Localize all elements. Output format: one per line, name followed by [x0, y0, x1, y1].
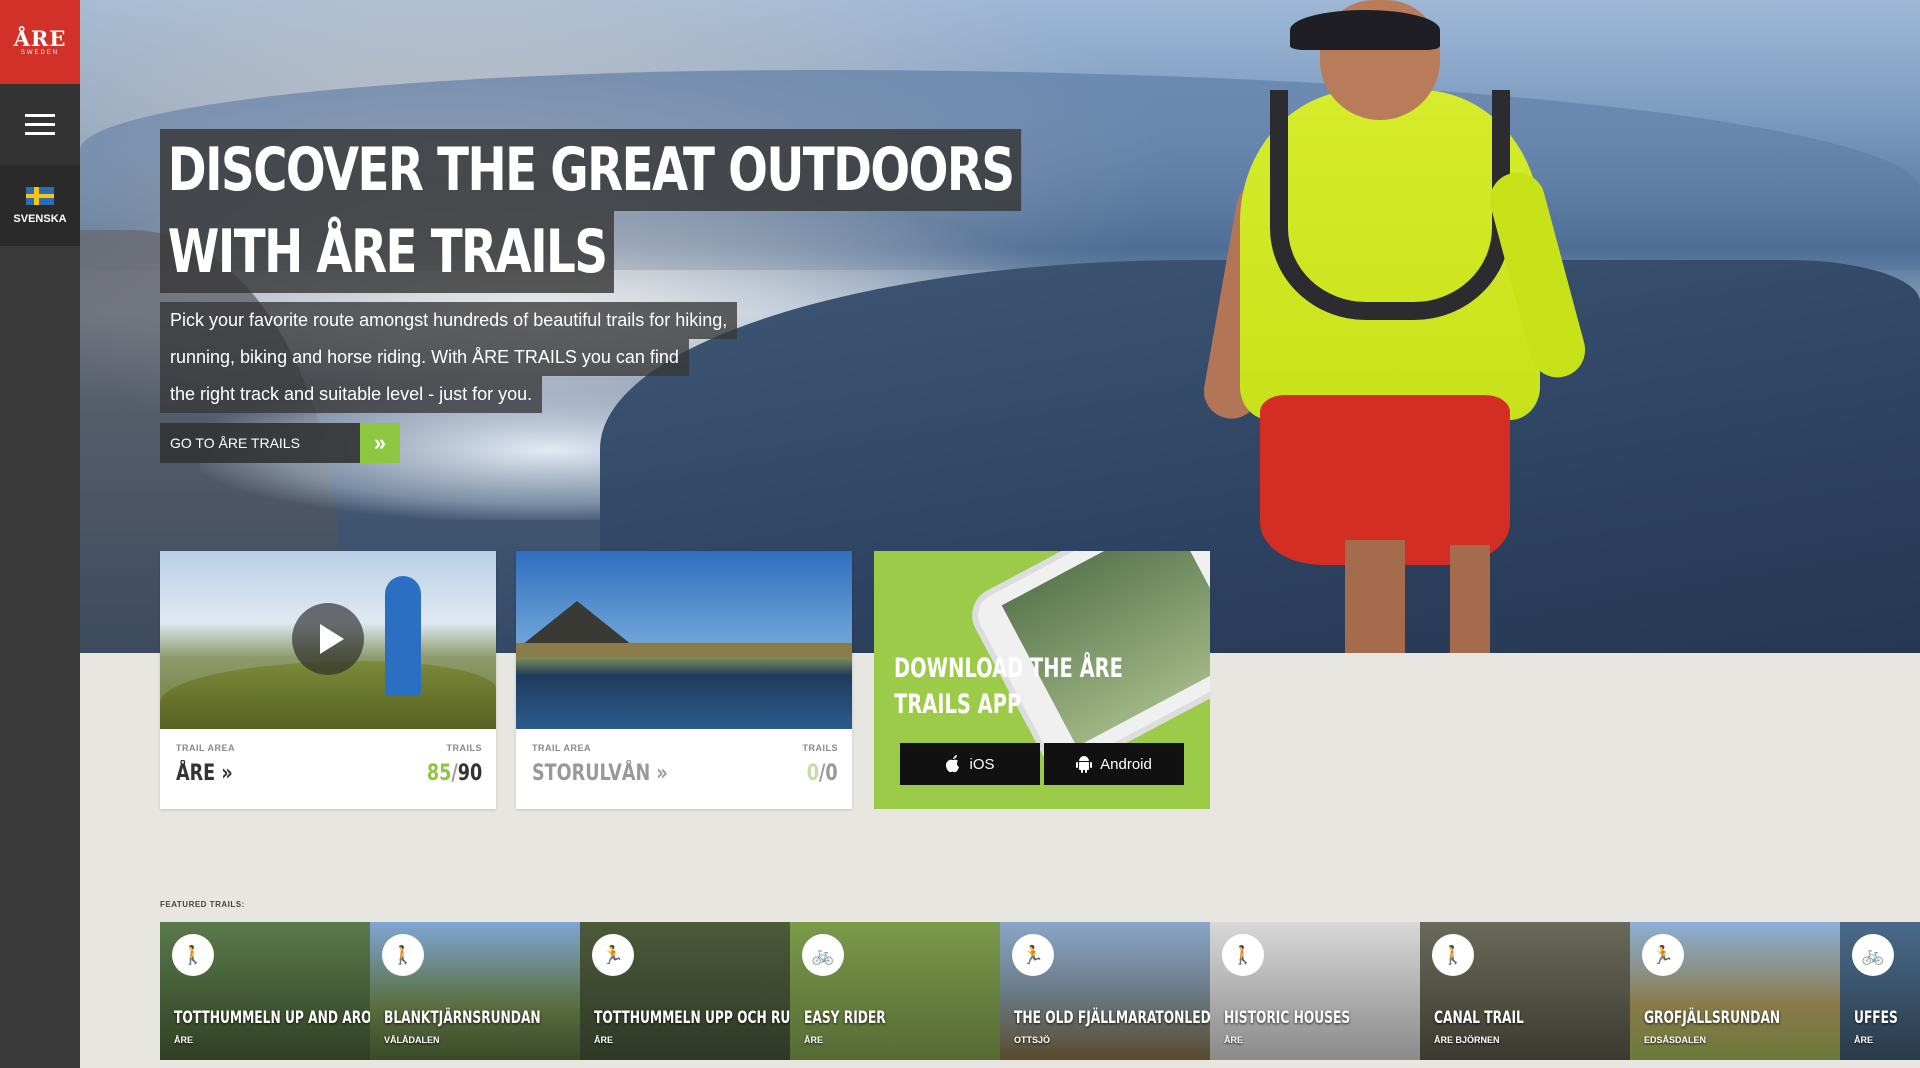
trail-location: VÅLÅDALEN [384, 1035, 440, 1045]
featured-trail-tile[interactable]: 🏃 TOTTHUMMELN UPP OCH RUNT ÅRE [580, 922, 790, 1060]
hiking-icon: 🚶 [172, 934, 214, 976]
featured-trail-tile[interactable]: 🚲 EASY RIDER ÅRE [790, 922, 1000, 1060]
trail-location: OTTSJÖ [1014, 1035, 1051, 1045]
featured-trail-tile[interactable]: 🚶 BLANKTJÄRNSRUNDAN VÅLÅDALEN [370, 922, 580, 1060]
trail-area-card-are[interactable]: TRAIL AREA ÅRE » TRAILS 85/90 [160, 551, 496, 809]
biking-icon: 🚲 [802, 934, 844, 976]
app-download-title: DOWNLOAD THE ÅRE TRAILS APP [894, 653, 1123, 720]
trail-area-image [516, 551, 852, 729]
ios-label: iOS [969, 755, 995, 773]
double-chevron-right-icon: » [360, 423, 400, 463]
headline-line-2: WITH ÅRE TRAILS [160, 211, 615, 293]
trail-location: ÅRE BJÖRNEN [1434, 1035, 1500, 1045]
trail-location: ÅRE [174, 1035, 194, 1045]
logo-subtext: SWEDEN [20, 50, 60, 56]
ios-download-button[interactable]: iOS [900, 743, 1040, 785]
hamburger-icon [25, 113, 55, 135]
featured-trail-tile[interactable]: 🏃 THE OLD FJÄLLMARATONLEDEN OTTSJÖ [1000, 922, 1210, 1060]
trail-location: ÅRE [1854, 1035, 1874, 1045]
biking-icon: 🚲 [1852, 934, 1894, 976]
android-icon [1076, 756, 1093, 773]
swedish-flag-icon [26, 187, 54, 205]
featured-trail-tile[interactable]: 🏃 GROFJÄLLSRUNDAN EDSÅSDALEN [1630, 922, 1840, 1060]
trail-location: ÅRE [1224, 1035, 1244, 1045]
android-download-button[interactable]: Android [1044, 743, 1184, 785]
featured-trails-carousel: 🚶 TOTTHUMMELN UP AND AROUND ÅRE 🚶 BLANKT… [160, 922, 1920, 1060]
hiking-icon: 🚶 [1432, 934, 1474, 976]
featured-trails-label: FEATURED TRAILS: [160, 900, 245, 909]
hero-intro: Pick your favorite route amongst hundred… [160, 302, 860, 413]
go-to-are-trails-button[interactable]: GO TO ÅRE TRAILS » [160, 423, 400, 463]
app-download-card: DOWNLOAD THE ÅRE TRAILS APP iOS Android [874, 551, 1210, 809]
trail-area-name[interactable]: ÅRE » [176, 761, 233, 786]
trail-location: EDSÅSDALEN [1644, 1035, 1707, 1045]
trail-area-label: TRAIL AREA [532, 743, 591, 753]
trail-area-card-storulvan[interactable]: TRAIL AREA STORULVÅN » TRAILS 0/0 [516, 551, 852, 809]
sidebar: ÅRE SWEDEN SVENSKA [0, 0, 80, 1068]
trail-name: THE OLD FJÄLLMARATONLEDEN [1014, 1008, 1210, 1028]
trail-count: 85/90 [426, 761, 482, 786]
hiking-icon: 🚶 [1222, 934, 1264, 976]
trail-name: EASY RIDER [804, 1008, 886, 1028]
trail-area-name[interactable]: STORULVÅN » [532, 761, 668, 786]
intro-line-3: the right track and suitable level - jus… [160, 376, 543, 413]
trail-count: 0/0 [807, 761, 838, 786]
featured-trail-tile[interactable]: 🚲 UFFES ÅRE [1840, 922, 1920, 1060]
trail-area-image [160, 551, 496, 729]
trail-name: TOTTHUMMELN UPP OCH RUNT [594, 1008, 790, 1028]
trail-location: ÅRE [804, 1035, 824, 1045]
running-icon: 🏃 [1642, 934, 1684, 976]
intro-line-1: Pick your favorite route amongst hundred… [160, 302, 738, 339]
trail-location: ÅRE [594, 1035, 614, 1045]
featured-trail-tile[interactable]: 🚶 HISTORIC HOUSES ÅRE [1210, 922, 1420, 1060]
language-label: SVENSKA [13, 213, 67, 225]
trails-label: TRAILS [446, 743, 482, 753]
trails-label: TRAILS [802, 743, 838, 753]
android-label: Android [1100, 755, 1152, 773]
trail-name: BLANKTJÄRNSRUNDAN [384, 1008, 541, 1028]
running-icon: 🏃 [592, 934, 634, 976]
hiking-icon: 🚶 [382, 934, 424, 976]
trail-name: UFFES [1854, 1008, 1898, 1028]
trail-name: TOTTHUMMELN UP AND AROUND [174, 1008, 370, 1028]
cta-label: GO TO ÅRE TRAILS [160, 423, 360, 463]
are-logo[interactable]: ÅRE SWEDEN [0, 0, 80, 84]
featured-trail-tile[interactable]: 🚶 CANAL TRAIL ÅRE BJÖRNEN [1420, 922, 1630, 1060]
apple-icon [946, 755, 960, 773]
featured-trail-tile[interactable]: 🚶 TOTTHUMMELN UP AND AROUND ÅRE [160, 922, 370, 1060]
trail-name: GROFJÄLLSRUNDAN [1644, 1008, 1781, 1028]
running-icon: 🏃 [1012, 934, 1054, 976]
intro-line-2: running, biking and horse riding. With Å… [160, 339, 689, 376]
menu-button[interactable] [0, 84, 80, 166]
trail-name: HISTORIC HOUSES [1224, 1008, 1351, 1028]
play-video-icon[interactable] [292, 603, 364, 675]
language-switch-button[interactable]: SVENSKA [0, 166, 80, 246]
trail-name: CANAL TRAIL [1434, 1008, 1524, 1028]
logo-text: ÅRE [13, 26, 67, 51]
headline-line-1: DISCOVER THE GREAT OUTDOORS [160, 129, 1022, 211]
